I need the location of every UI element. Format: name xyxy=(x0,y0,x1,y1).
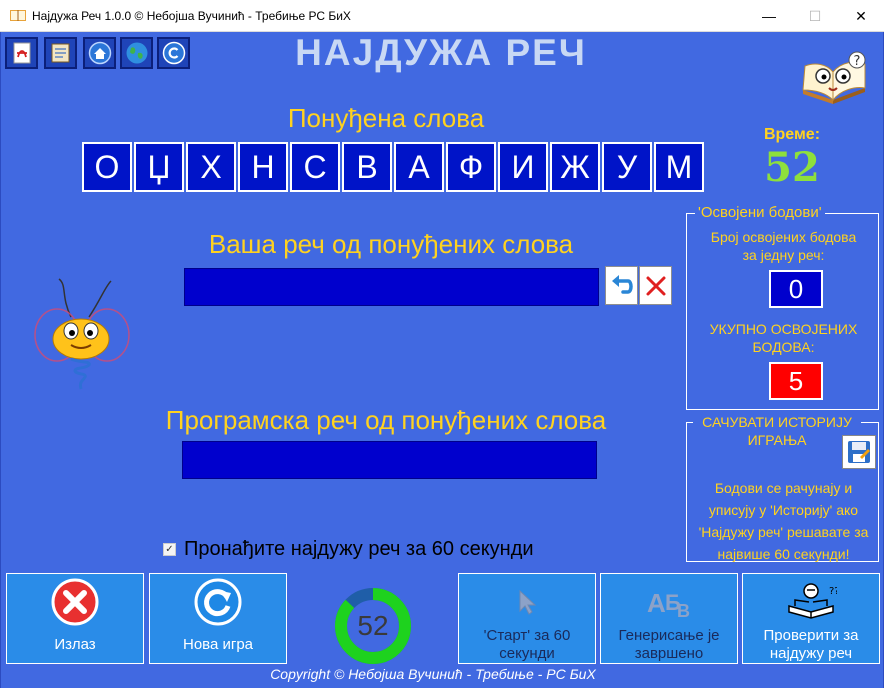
your-word-label: Ваша реч од понуђених слова xyxy=(208,229,574,259)
time-limit-checkbox[interactable]: ✓ xyxy=(163,543,176,556)
exit-button-label: Излаз xyxy=(54,636,96,653)
copyright-icon xyxy=(162,41,185,65)
refresh-icon xyxy=(194,578,242,626)
history-groupbox: САЧУВАТИ ИСТОРИЈУ ИГРАЊА Бодови се рачун… xyxy=(686,413,879,562)
pdf-icon xyxy=(13,42,30,64)
start-button-label: 'Старт' за 60 секунди xyxy=(483,627,571,662)
abc-letters-icon: А Б В xyxy=(647,588,690,620)
notes-icon xyxy=(51,43,69,63)
book-app-icon xyxy=(10,10,26,21)
points-groupbox: 'Освојени бодови' Број освојених бодова … xyxy=(686,204,879,410)
bee-mascot-icon xyxy=(34,278,130,390)
letter-tile[interactable]: М xyxy=(654,142,704,192)
new-game-button[interactable]: Нова игра xyxy=(149,573,287,664)
main-window: НАЈДУЖА РЕЧ ? Понуђена слова ОЏХНСВАФИЖУ… xyxy=(0,32,884,688)
generate-button-label: Генерисање је завршено xyxy=(618,627,720,662)
window-titlebar: Најдужа Реч 1.0.0 © Небојша Вучинић - Тр… xyxy=(0,0,884,32)
window-title: Најдужа Реч 1.0.0 © Небојша Вучинић - Тр… xyxy=(32,9,351,23)
per-word-points-value: 0 xyxy=(769,270,823,308)
letter-tile[interactable]: Н xyxy=(238,142,288,192)
clear-word-button[interactable] xyxy=(639,266,672,305)
generate-button[interactable]: А Б В Генерисање је завршено xyxy=(600,573,738,664)
new-game-button-label: Нова игра xyxy=(182,636,254,653)
countdown-ring: 52 xyxy=(335,588,411,664)
web-button[interactable] xyxy=(120,37,153,69)
letter-tile[interactable]: Х xyxy=(186,142,236,192)
program-word-field xyxy=(182,441,597,479)
minimize-button[interactable]: — xyxy=(746,0,792,32)
letter-tile[interactable]: С xyxy=(290,142,340,192)
history-legend: САЧУВАТИ ИСТОРИЈУ ИГРАЊА xyxy=(693,413,861,449)
svg-text:?: ? xyxy=(854,54,861,69)
offered-letters-label: Понуђена слова xyxy=(287,103,485,133)
save-disk-icon xyxy=(848,441,870,463)
check-word-button-label: Проверити за најдужу реч xyxy=(763,627,859,662)
exit-x-icon xyxy=(51,578,99,626)
red-x-icon xyxy=(646,276,665,295)
svg-text:??: ?? xyxy=(829,586,837,597)
letter-tile[interactable]: А xyxy=(394,142,444,192)
reading-person-icon: ?? xyxy=(788,582,837,619)
book-mascot-icon: ? xyxy=(802,51,866,104)
time-limit-checkbox-row[interactable]: ✓ Пронађите најдужу реч за 60 секунди xyxy=(163,538,534,561)
total-points-value: 5 xyxy=(769,362,823,400)
cursor-arrow-icon xyxy=(519,589,537,615)
close-button[interactable]: ✕ xyxy=(838,0,884,32)
per-word-points-label: Број освојених бодова за једну реч: xyxy=(710,229,857,263)
program-word-label: Програмска реч од понуђених слова xyxy=(165,405,607,435)
start-button[interactable]: 'Старт' за 60 секунди xyxy=(458,573,596,664)
app-title: НАЈДУЖА РЕЧ xyxy=(295,32,587,73)
undo-button[interactable] xyxy=(605,266,638,305)
maximize-button[interactable]: ☐ xyxy=(792,0,838,32)
timer-label: Време: xyxy=(763,126,821,143)
timer-value: 52 xyxy=(764,144,820,191)
letter-tile[interactable]: Ф xyxy=(446,142,496,192)
history-note: Бодови се рачунају и уписују у 'Историју… xyxy=(698,480,869,562)
letter-tile[interactable]: Џ xyxy=(134,142,184,192)
undo-arrow-icon xyxy=(611,274,633,294)
letter-tile[interactable]: О xyxy=(82,142,132,192)
exit-button[interactable]: Излаз xyxy=(6,573,144,664)
check-word-button[interactable]: ?? Проверити за најдужу реч xyxy=(742,573,880,664)
time-limit-checkbox-label: Пронађите најдужу реч за 60 секунди xyxy=(184,538,534,560)
letter-tile[interactable]: И xyxy=(498,142,548,192)
your-word-field[interactable] xyxy=(184,268,599,306)
points-legend: 'Освојени бодови' xyxy=(695,204,825,221)
copyright-footer: Copyright © Небојша Вучинић - Требиње - … xyxy=(270,666,596,682)
total-points-label: УКУПНО ОСВОЈЕНИХ БОДОВА: xyxy=(709,321,858,355)
countdown-value: 52 xyxy=(357,610,388,641)
globe-icon xyxy=(126,42,147,64)
pdf-help-button[interactable] xyxy=(5,37,38,69)
notes-button[interactable] xyxy=(44,37,77,69)
copyright-button[interactable] xyxy=(157,37,190,69)
home-icon xyxy=(88,41,111,65)
home-button[interactable] xyxy=(83,37,116,69)
letter-tile[interactable]: Ж xyxy=(550,142,600,192)
svg-text:А: А xyxy=(647,588,666,618)
letter-tile[interactable]: У xyxy=(602,142,652,192)
letter-tile[interactable]: В xyxy=(342,142,392,192)
save-history-button[interactable] xyxy=(842,435,876,469)
svg-text:В: В xyxy=(677,601,690,620)
